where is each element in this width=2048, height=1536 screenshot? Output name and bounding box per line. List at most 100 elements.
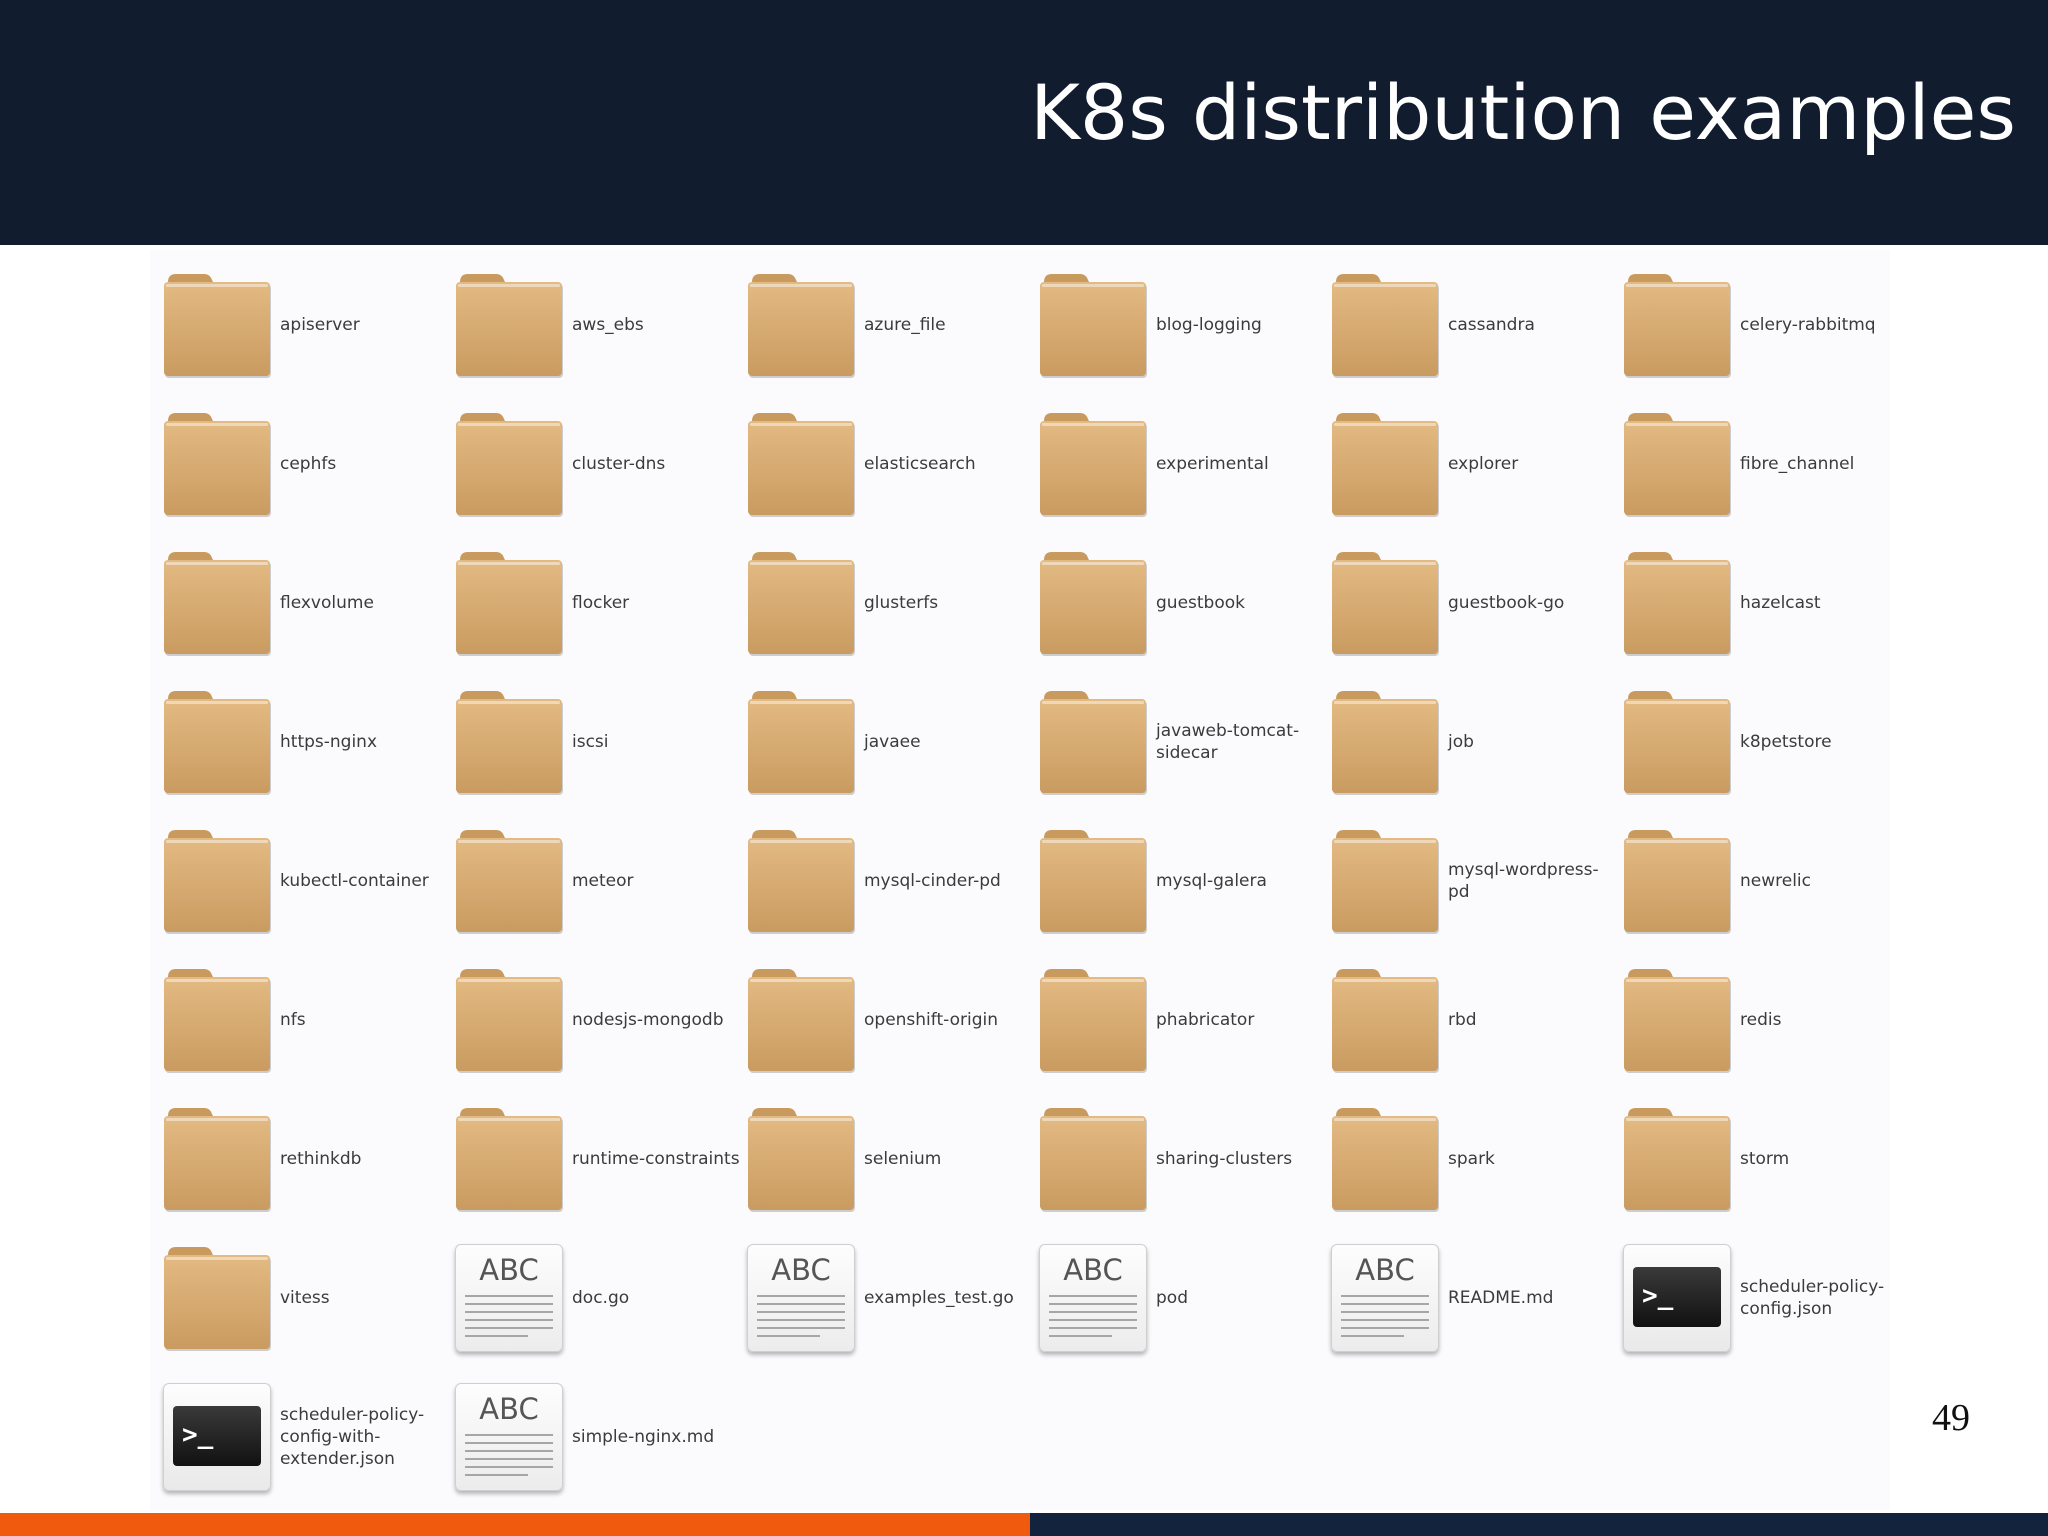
file-item[interactable]: rbd xyxy=(1330,965,1622,1075)
file-item[interactable]: cephfs xyxy=(162,409,454,519)
file-item[interactable]: flexvolume xyxy=(162,548,454,658)
folder-icon[interactable] xyxy=(162,1243,272,1353)
file-item[interactable]: ABC examples_test.go xyxy=(746,1243,1038,1353)
file-item[interactable]: >_ scheduler-policy-config.json xyxy=(1622,1243,1914,1353)
folder-icon[interactable] xyxy=(1038,409,1148,519)
file-item[interactable]: apiserver xyxy=(162,270,454,380)
text-document-icon[interactable]: ABC xyxy=(746,1243,856,1353)
folder-icon[interactable] xyxy=(454,687,564,797)
folder-icon[interactable] xyxy=(1330,965,1440,1075)
file-item[interactable]: sharing-clusters xyxy=(1038,1104,1330,1214)
file-item[interactable]: experimental xyxy=(1038,409,1330,519)
file-item[interactable]: mysql-cinder-pd xyxy=(746,826,1038,936)
folder-icon[interactable] xyxy=(1622,687,1732,797)
file-item[interactable]: openshift-origin xyxy=(746,965,1038,1075)
folder-icon[interactable] xyxy=(1038,270,1148,380)
file-item[interactable]: newrelic xyxy=(1622,826,1914,936)
folder-icon[interactable] xyxy=(1330,1104,1440,1214)
folder-icon[interactable] xyxy=(1330,826,1440,936)
file-item[interactable]: storm xyxy=(1622,1104,1914,1214)
file-item[interactable]: glusterfs xyxy=(746,548,1038,658)
folder-icon[interactable] xyxy=(454,965,564,1075)
file-item[interactable]: elasticsearch xyxy=(746,409,1038,519)
folder-icon[interactable] xyxy=(162,270,272,380)
file-item[interactable]: guestbook xyxy=(1038,548,1330,658)
folder-icon[interactable] xyxy=(162,548,272,658)
file-item[interactable]: rethinkdb xyxy=(162,1104,454,1214)
folder-icon[interactable] xyxy=(746,548,856,658)
folder-icon[interactable] xyxy=(162,1104,272,1214)
text-document-icon[interactable]: ABC xyxy=(454,1382,564,1492)
folder-icon[interactable] xyxy=(1038,965,1148,1075)
folder-icon[interactable] xyxy=(454,409,564,519)
file-item[interactable]: cassandra xyxy=(1330,270,1622,380)
file-item[interactable]: selenium xyxy=(746,1104,1038,1214)
folder-icon[interactable] xyxy=(1622,548,1732,658)
file-item[interactable]: kubectl-container xyxy=(162,826,454,936)
folder-icon[interactable] xyxy=(1038,548,1148,658)
folder-icon[interactable] xyxy=(746,270,856,380)
folder-icon[interactable] xyxy=(1622,965,1732,1075)
file-item[interactable]: fibre_channel xyxy=(1622,409,1914,519)
folder-icon[interactable] xyxy=(454,270,564,380)
folder-icon[interactable] xyxy=(1622,409,1732,519)
folder-icon[interactable] xyxy=(746,826,856,936)
file-item[interactable]: mysql-wordpress-pd xyxy=(1330,826,1622,936)
file-item[interactable]: blog-logging xyxy=(1038,270,1330,380)
folder-icon[interactable] xyxy=(454,548,564,658)
file-item[interactable]: azure_file xyxy=(746,270,1038,380)
file-item[interactable]: hazelcast xyxy=(1622,548,1914,658)
file-item[interactable]: k8petstore xyxy=(1622,687,1914,797)
file-item[interactable]: flocker xyxy=(454,548,746,658)
folder-icon[interactable] xyxy=(162,687,272,797)
file-item[interactable]: nodesjs-mongodb xyxy=(454,965,746,1075)
folder-icon[interactable] xyxy=(746,409,856,519)
file-item[interactable]: ABC simple-nginx.md xyxy=(454,1382,746,1492)
folder-icon[interactable] xyxy=(454,826,564,936)
file-item[interactable]: mysql-galera xyxy=(1038,826,1330,936)
file-item[interactable]: ABC README.md xyxy=(1330,1243,1622,1353)
file-item[interactable]: vitess xyxy=(162,1243,454,1353)
folder-icon[interactable] xyxy=(1038,826,1148,936)
folder-icon[interactable] xyxy=(162,409,272,519)
folder-icon[interactable] xyxy=(1622,270,1732,380)
file-item[interactable]: javaweb-tomcat-sidecar xyxy=(1038,687,1330,797)
file-item[interactable]: explorer xyxy=(1330,409,1622,519)
file-item[interactable]: phabricator xyxy=(1038,965,1330,1075)
folder-icon[interactable] xyxy=(162,826,272,936)
folder-icon[interactable] xyxy=(1330,548,1440,658)
file-item[interactable]: spark xyxy=(1330,1104,1622,1214)
file-item[interactable]: meteor xyxy=(454,826,746,936)
folder-icon[interactable] xyxy=(454,1104,564,1214)
file-item[interactable]: >_ scheduler-policy-config-with-extender.… xyxy=(162,1382,454,1492)
folder-icon[interactable] xyxy=(746,965,856,1075)
folder-icon[interactable] xyxy=(1330,687,1440,797)
file-item[interactable]: ABC doc.go xyxy=(454,1243,746,1353)
folder-icon[interactable] xyxy=(1622,826,1732,936)
file-item[interactable]: redis xyxy=(1622,965,1914,1075)
folder-icon[interactable] xyxy=(746,1104,856,1214)
file-item[interactable]: ABC pod xyxy=(1038,1243,1330,1353)
file-item[interactable]: job xyxy=(1330,687,1622,797)
terminal-script-icon[interactable]: >_ xyxy=(1622,1243,1732,1353)
folder-icon[interactable] xyxy=(746,687,856,797)
text-document-icon[interactable]: ABC xyxy=(1330,1243,1440,1353)
file-item[interactable]: nfs xyxy=(162,965,454,1075)
folder-icon[interactable] xyxy=(1622,1104,1732,1214)
text-document-icon[interactable]: ABC xyxy=(1038,1243,1148,1353)
file-item[interactable]: cluster-dns xyxy=(454,409,746,519)
file-item[interactable]: celery-rabbitmq xyxy=(1622,270,1914,380)
folder-icon[interactable] xyxy=(162,965,272,1075)
file-item[interactable]: aws_ebs xyxy=(454,270,746,380)
folder-icon[interactable] xyxy=(1038,687,1148,797)
folder-icon[interactable] xyxy=(1330,409,1440,519)
text-document-icon[interactable]: ABC xyxy=(454,1243,564,1353)
terminal-script-icon[interactable]: >_ xyxy=(162,1382,272,1492)
file-item[interactable]: javaee xyxy=(746,687,1038,797)
file-item[interactable]: guestbook-go xyxy=(1330,548,1622,658)
folder-icon[interactable] xyxy=(1038,1104,1148,1214)
folder-icon[interactable] xyxy=(1330,270,1440,380)
file-item[interactable]: iscsi xyxy=(454,687,746,797)
file-item[interactable]: runtime-constraints xyxy=(454,1104,746,1214)
file-item[interactable]: https-nginx xyxy=(162,687,454,797)
